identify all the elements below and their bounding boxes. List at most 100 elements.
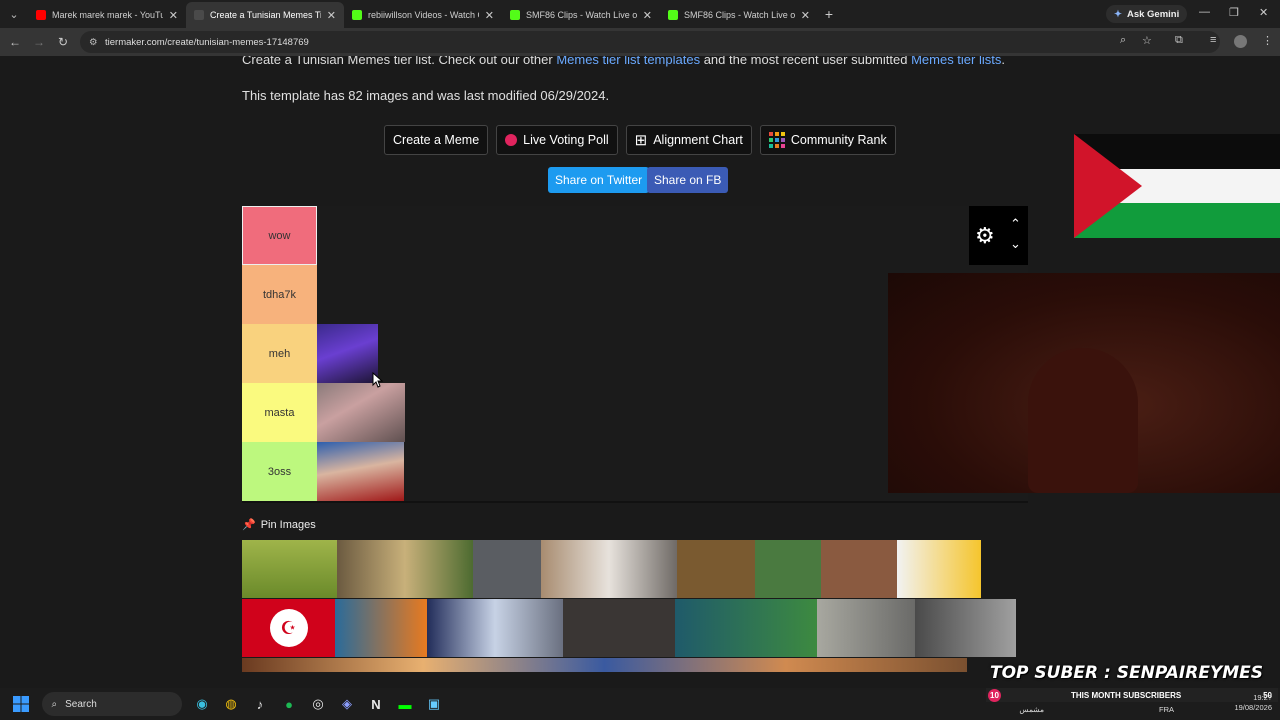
record-dot-icon — [505, 134, 518, 146]
pool-image[interactable] — [897, 540, 981, 598]
pool-image[interactable] — [915, 599, 1016, 657]
tier-label[interactable]: wow — [242, 206, 317, 265]
minimize-icon[interactable]: — — [1199, 6, 1210, 18]
community-rank-button[interactable]: Community Rank — [759, 125, 896, 155]
tab-close-icon[interactable]: ✕ — [327, 9, 336, 22]
back-icon[interactable]: ← — [3, 35, 27, 49]
tab-strip: ⌄ Marek marek marek - YouTube✕Create a T… — [0, 0, 1280, 28]
tier-move-arrows[interactable]: ⌃ ⌄ — [1010, 214, 1021, 254]
alignment-chart-button[interactable]: ⊞ Alignment Chart — [625, 125, 752, 155]
address-bar: ← → ↻ ⚙ tiermaker.com/create/tunisian-me… — [0, 28, 1280, 56]
create-meme-button[interactable]: Create a Meme — [384, 125, 489, 155]
pool-image[interactable] — [677, 540, 755, 598]
palestine-flag — [1074, 134, 1280, 238]
tab-close-icon[interactable]: ✕ — [801, 9, 810, 22]
spotify-icon[interactable]: ● — [278, 693, 300, 715]
tier-label[interactable]: tdha7k — [242, 265, 317, 324]
browser-tab[interactable]: Marek marek marek - YouTube ✕ — [28, 2, 186, 28]
gear-icon[interactable]: ⚙ — [975, 223, 995, 249]
tier-image[interactable] — [317, 442, 404, 501]
pool-image[interactable] — [242, 540, 337, 598]
person-silhouette — [1028, 348, 1138, 493]
tunisia-flag-emblem: ☪ — [269, 609, 308, 647]
windows-start-icon[interactable] — [10, 693, 32, 715]
browser-tab[interactable]: SMF86 Clips - Watch Live on Ki ✕ — [660, 2, 818, 28]
clock-time[interactable]: 19:2? — [1234, 693, 1272, 703]
browser-tab[interactable]: rebiiwillson Videos - Watch On ✕ — [344, 2, 502, 28]
tier-label[interactable]: meh — [242, 324, 317, 383]
language-indicator[interactable]: FRA — [1159, 705, 1174, 715]
pool-image[interactable] — [242, 658, 967, 672]
reload-icon[interactable]: ↻ — [51, 35, 75, 49]
site-info-icon[interactable]: ⚙ — [89, 37, 98, 48]
tier-label[interactable]: 3oss — [242, 442, 317, 501]
live-voting-poll-button[interactable]: Live Voting Poll — [496, 125, 618, 155]
system-tray: مشمس FRA 19:2? 19/08/2026 — [1019, 693, 1272, 714]
tab-search-icon[interactable]: ⌄ — [0, 0, 28, 28]
tab-close-icon[interactable]: ✕ — [169, 9, 178, 22]
browser-tab[interactable]: SMF86 Clips - Watch Live on Ki ✕ — [502, 2, 660, 28]
chrome-icon[interactable]: ◍ — [220, 693, 242, 715]
chevron-up-icon[interactable]: ⌃ — [1010, 214, 1021, 234]
share-twitter-button[interactable]: Share on Twitter — [548, 167, 650, 193]
extensions-icon[interactable]: ⧉ — [1175, 34, 1183, 47]
bookmark-star-icon[interactable]: ☆ — [1142, 34, 1152, 47]
template-info: This template has 82 images and was last… — [242, 88, 610, 103]
close-window-icon[interactable]: ✕ — [1259, 6, 1268, 19]
tiktok-icon[interactable]: ♪ — [249, 693, 271, 715]
sub-count: 10 — [988, 688, 1001, 702]
obs-icon[interactable]: ◎ — [307, 693, 329, 715]
grid-icon: ⊞ — [634, 132, 648, 149]
discord-icon[interactable]: ◈ — [336, 693, 358, 715]
tab-title: SMF86 Clips - Watch Live on Ki — [526, 10, 637, 20]
tab-favicon-icon — [510, 10, 520, 20]
new-tab-button[interactable]: + — [818, 6, 840, 22]
tier-label[interactable]: masta — [242, 383, 317, 442]
browser-menu-icon[interactable]: ⋮ — [1262, 34, 1273, 47]
tab-favicon-icon — [352, 10, 362, 20]
action-buttons: Create a Meme Live Voting Poll ⊞ Alignmen… — [384, 125, 896, 155]
pool-image[interactable]: ☪ — [242, 599, 335, 657]
pool-image[interactable] — [427, 599, 563, 657]
clock-date[interactable]: 19/08/2026 — [1234, 703, 1272, 713]
photos-icon[interactable]: ▣ — [423, 693, 445, 715]
pool-image[interactable] — [755, 540, 821, 598]
page-content: Create a Tunisian Memes tier list. Check… — [0, 56, 1280, 688]
tab-title: SMF86 Clips - Watch Live on Ki — [684, 10, 795, 20]
mouse-cursor-icon — [372, 372, 384, 388]
pool-image[interactable] — [563, 599, 675, 657]
pin-images-toggle[interactable]: 📌 Pin Images — [242, 518, 316, 532]
memes-tier-lists-link[interactable]: Memes tier lists — [911, 56, 1001, 67]
pool-image[interactable] — [817, 599, 915, 657]
media-controls-icon[interactable]: ≡ — [1210, 34, 1216, 46]
tier-image[interactable] — [317, 383, 405, 442]
tab-title: rebiiwillson Videos - Watch On — [368, 10, 479, 20]
weather-label: مشمس — [1019, 705, 1044, 714]
zoom-icon[interactable]: ⌕ — [1120, 34, 1126, 47]
tab-close-icon[interactable]: ✕ — [643, 9, 652, 22]
pool-image[interactable] — [821, 540, 897, 598]
tier-image[interactable] — [317, 324, 378, 383]
ask-gemini-button[interactable]: ✦ Ask Gemini — [1106, 5, 1188, 23]
memes-templates-link[interactable]: Memes tier list templates — [556, 56, 700, 67]
tier-drop-zone[interactable] — [317, 206, 1028, 265]
forward-icon[interactable]: → — [27, 35, 51, 49]
pool-image[interactable] — [335, 599, 427, 657]
chevron-down-icon[interactable]: ⌄ — [1010, 234, 1021, 254]
maximize-icon[interactable]: ❐ — [1229, 6, 1239, 19]
community-rank-icon — [768, 132, 785, 148]
pool-image[interactable] — [337, 540, 473, 598]
n-app-icon[interactable]: N — [365, 693, 387, 715]
pool-image[interactable] — [675, 599, 817, 657]
terminal-icon[interactable]: ▬ — [394, 693, 416, 715]
edge-icon[interactable]: ◉ — [191, 693, 213, 715]
pool-image[interactable] — [541, 540, 677, 598]
share-fb-button[interactable]: Share on FB — [647, 167, 729, 193]
pool-image[interactable] — [473, 540, 541, 598]
browser-tab[interactable]: Create a Tunisian Memes Tier L ✕ — [186, 2, 344, 28]
pin-icon: 📌 — [242, 519, 256, 531]
url-input[interactable]: ⚙ tiermaker.com/create/tunisian-memes-17… — [80, 31, 1220, 53]
taskbar-search[interactable]: ⌕ Search — [41, 692, 182, 716]
tab-close-icon[interactable]: ✕ — [485, 9, 494, 22]
profile-avatar[interactable] — [1234, 35, 1247, 48]
